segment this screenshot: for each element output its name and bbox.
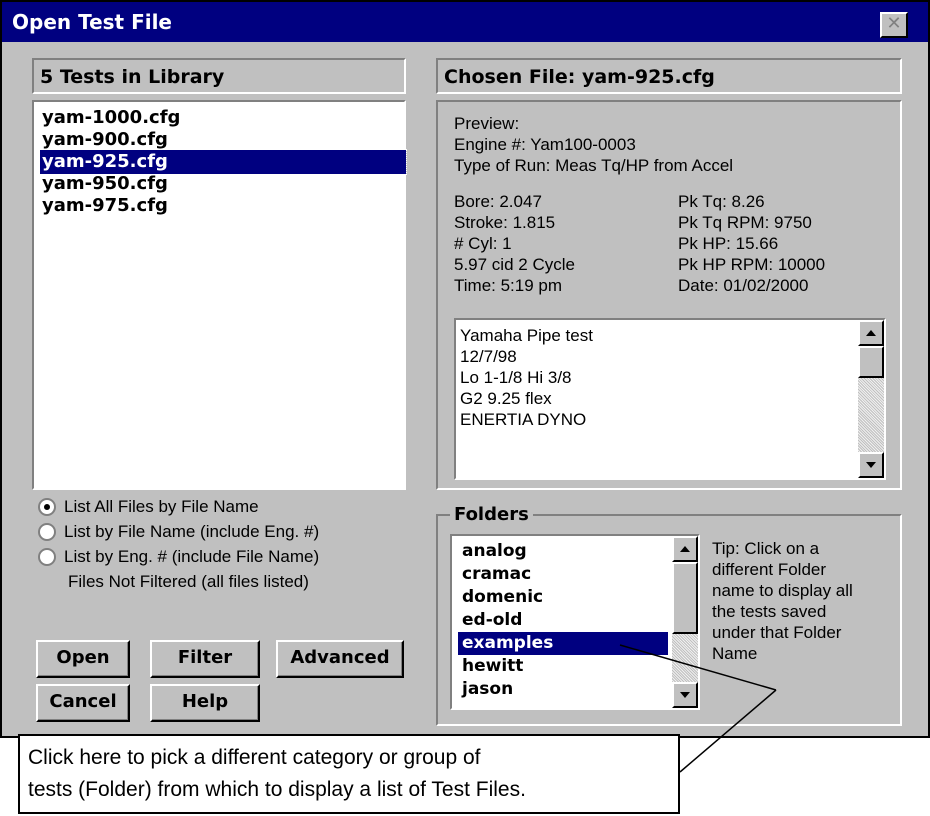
callout-pointer-lines — [619, 644, 777, 773]
callout-text-line: tests (Folder) from which to display a l… — [28, 778, 526, 801]
callout-annotation: Click here to pick a different category … — [18, 734, 680, 814]
callout-text-line: Click here to pick a different category … — [28, 746, 481, 769]
